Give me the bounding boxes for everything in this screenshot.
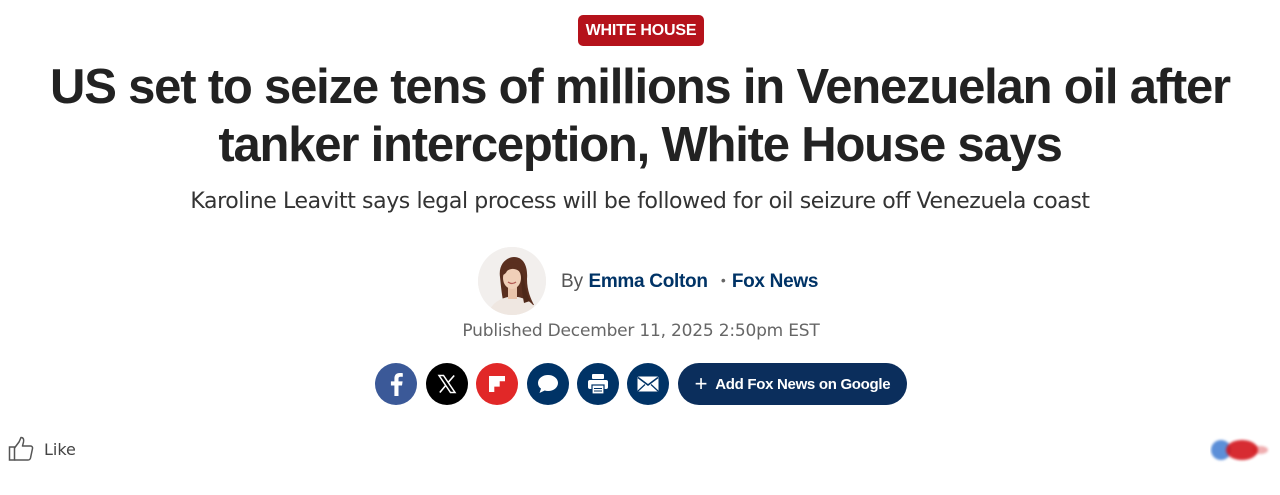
published-date: Published December 11, 2025 2:50pm EST bbox=[462, 321, 820, 341]
google-button-label: Add Fox News on Google bbox=[715, 375, 891, 393]
byline: By Emma Colton • Fox News bbox=[561, 266, 818, 294]
headline: US set to seize tens of millions in Vene… bbox=[50, 60, 1231, 172]
x-icon bbox=[437, 374, 457, 394]
like-label: Like bbox=[44, 439, 76, 459]
add-fox-news-on-google-button[interactable]: + Add Fox News on Google bbox=[678, 363, 907, 405]
comment-icon bbox=[538, 375, 558, 393]
outlet-link[interactable]: Fox News bbox=[732, 271, 819, 292]
category-label[interactable]: WHITE HOUSE bbox=[578, 15, 704, 46]
author-link[interactable]: Emma Colton bbox=[588, 271, 707, 292]
facebook-share-button[interactable] bbox=[375, 363, 417, 405]
facebook-icon bbox=[390, 373, 403, 396]
plus-icon: + bbox=[694, 371, 708, 396]
byline-separator: • bbox=[720, 272, 726, 288]
email-share-button[interactable] bbox=[627, 363, 669, 405]
flipboard-share-button[interactable] bbox=[476, 363, 518, 405]
email-icon bbox=[637, 376, 659, 392]
byline-prefix: By bbox=[561, 271, 584, 292]
author-avatar[interactable] bbox=[478, 247, 546, 315]
comments-button[interactable] bbox=[527, 363, 569, 405]
x-share-button[interactable] bbox=[426, 363, 468, 405]
subheadline: Karoline Leavitt says legal process will… bbox=[190, 189, 1090, 214]
thumbs-up-icon bbox=[8, 436, 34, 461]
like-button[interactable]: Like bbox=[8, 434, 76, 464]
print-icon bbox=[588, 374, 608, 395]
flipboard-icon bbox=[489, 376, 505, 392]
loading-dots-icon bbox=[1211, 440, 1268, 460]
print-button[interactable] bbox=[577, 363, 619, 405]
